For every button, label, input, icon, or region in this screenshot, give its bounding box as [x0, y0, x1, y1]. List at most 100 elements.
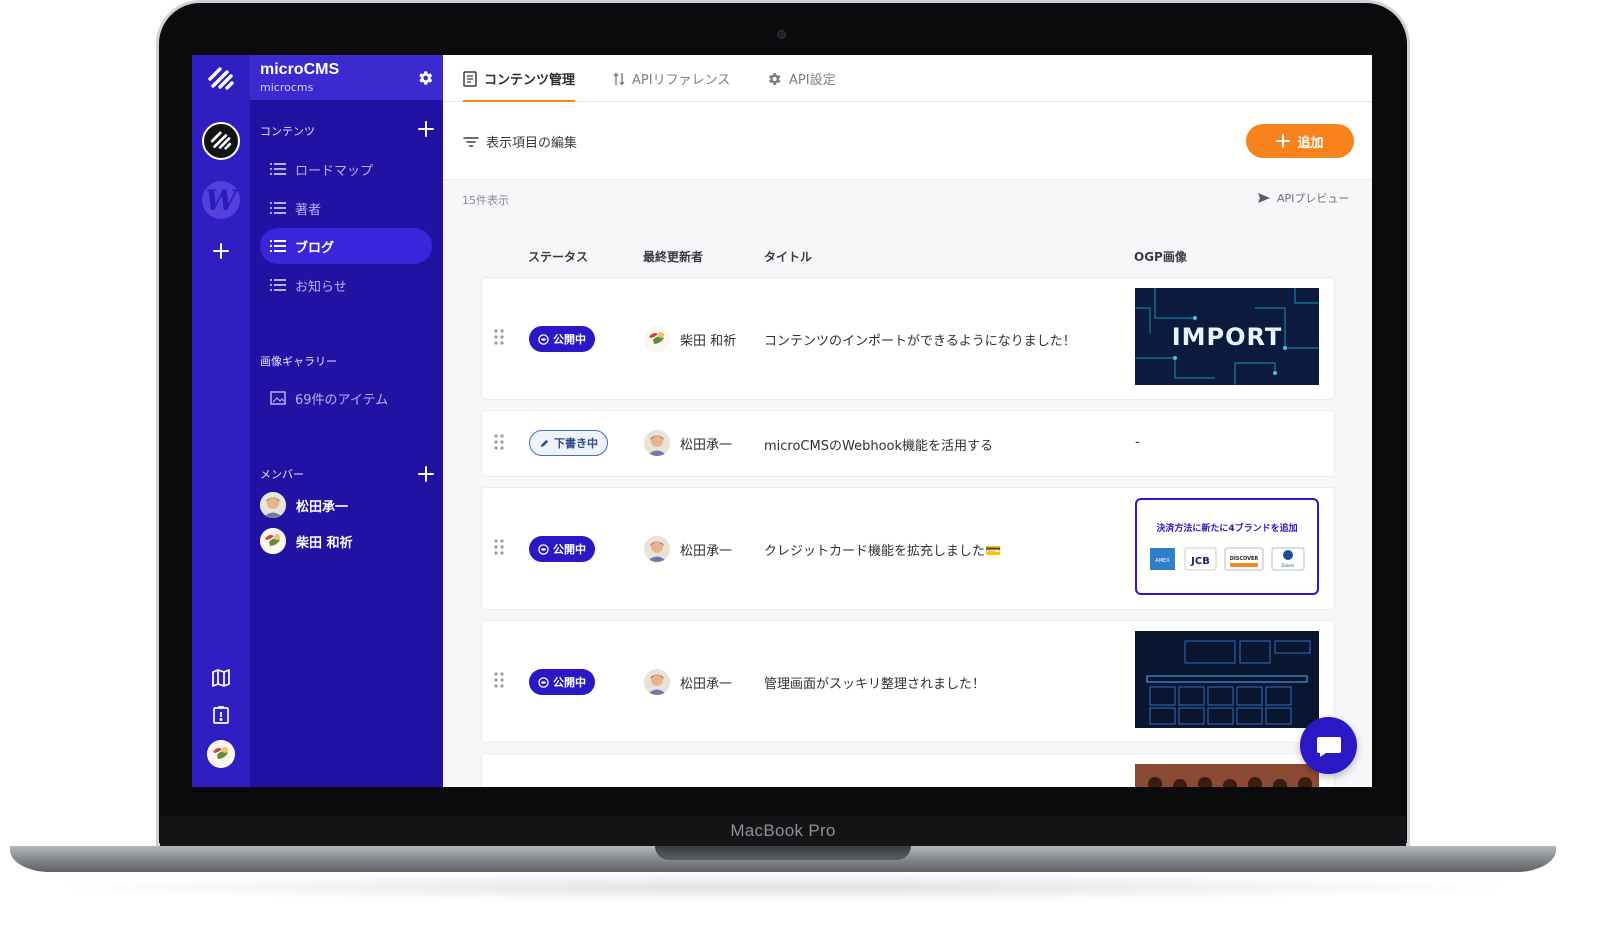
document-icon: [463, 70, 477, 87]
add-button[interactable]: 追加: [1246, 124, 1354, 158]
tab-label: API設定: [789, 73, 836, 88]
column-header-ogp[interactable]: OGP画像: [1134, 248, 1187, 265]
tab-label: APIリファレンス: [632, 73, 731, 88]
list-icon: [270, 279, 286, 291]
tab-label: コンテンツ管理: [484, 73, 576, 88]
chat-support-button[interactable]: [1300, 717, 1357, 774]
ogp-empty: -: [1135, 435, 1140, 450]
edit-columns-label: 表示項目の編集: [486, 136, 578, 151]
tab-api-reference[interactable]: APIリファレンス: [613, 55, 730, 102]
author-name: 松田承一: [680, 437, 733, 453]
status-badge: 下書き中: [529, 430, 608, 456]
add-content-plus-icon[interactable]: [418, 121, 434, 137]
table-row[interactable]: [481, 753, 1335, 787]
author-name: 松田承一: [680, 676, 733, 692]
globe-icon: [538, 333, 549, 345]
row-title: クレジットカード機能を拡充しました💳: [764, 544, 1002, 559]
workspace-microcms-icon[interactable]: [202, 122, 240, 160]
workspace-w-icon[interactable]: W: [202, 181, 240, 219]
ogp-thumbnail: [1135, 764, 1319, 787]
sidebar: microCMS microcms コンテンツ ロードマップ 著者 ブログ お知…: [250, 55, 443, 787]
table-row[interactable]: 公開中 松田承一 管理画面がスッキリ整理されました！: [481, 620, 1335, 743]
arrows-updown-icon: [613, 71, 625, 86]
status-label: 公開中: [553, 333, 586, 346]
user-avatar[interactable]: [207, 740, 235, 768]
drag-handle-icon[interactable]: [494, 329, 504, 345]
service-settings-gear-icon[interactable]: [416, 69, 434, 87]
member-item[interactable]: 松田承一: [260, 491, 348, 519]
card-discover: DISCOVER: [1230, 556, 1259, 562]
table-row[interactable]: 下書き中 松田承一 microCMSのWebhook機能を活用する -: [481, 410, 1335, 477]
table-row[interactable]: 公開中 柴田 和祈 コンテンツのインポートができるようになりました！ IMPOR…: [481, 277, 1335, 400]
add-member-plus-icon[interactable]: [418, 466, 434, 482]
api-preview-label: APIプレビュー: [1277, 192, 1350, 205]
sidebar-item-label: ブログ: [295, 240, 335, 256]
gear-icon: [768, 72, 781, 85]
author-avatar: [644, 326, 670, 352]
card-amex: AMEX: [1155, 558, 1170, 564]
map-icon[interactable]: [211, 668, 231, 688]
sidebar-item-blog[interactable]: ブログ: [260, 228, 432, 264]
tab-api-settings[interactable]: API設定: [766, 55, 836, 102]
ogp-import-text: IMPORT: [1172, 323, 1283, 351]
notice-icon[interactable]: [211, 705, 231, 725]
sidebar-item-news[interactable]: お知らせ: [260, 267, 432, 303]
sidebar-item-gallery[interactable]: 69件のアイテム: [260, 380, 432, 416]
member-name: 松田承一: [296, 499, 349, 515]
globe-icon: [538, 676, 549, 688]
drag-handle-icon[interactable]: [494, 672, 504, 688]
row-title: 管理画面がスッキリ整理されました！: [764, 677, 986, 692]
tab-content-management[interactable]: コンテンツ管理: [463, 55, 576, 103]
microcms-logo-icon[interactable]: [201, 61, 241, 97]
send-icon: [1258, 193, 1270, 203]
sidebar-item-label: 69件のアイテム: [295, 392, 389, 408]
card-diners: Diners: [1282, 563, 1295, 568]
laptop-notch: [655, 846, 911, 860]
edit-columns-button[interactable]: 表示項目の編集: [463, 132, 577, 151]
row-author: 松田承一: [644, 669, 732, 695]
drag-handle-icon[interactable]: [494, 434, 504, 450]
column-header-status[interactable]: ステータス: [528, 248, 588, 265]
image-icon: [270, 391, 286, 405]
add-workspace-icon[interactable]: [211, 241, 231, 261]
sidebar-item-label: 著者: [295, 202, 322, 218]
status-badge: 公開中: [529, 536, 595, 562]
add-button-label: 追加: [1297, 135, 1324, 151]
drag-handle-icon[interactable]: [494, 539, 504, 555]
status-label: 公開中: [553, 543, 586, 556]
service-id: microcms: [260, 81, 314, 94]
status-badge: 公開中: [529, 326, 595, 352]
author-avatar: [644, 536, 670, 562]
gallery-section-label: 画像ギャラリー: [260, 355, 337, 368]
list-toolbar: 表示項目の編集 追加: [443, 102, 1372, 180]
member-item[interactable]: 柴田 和祈: [260, 527, 353, 555]
laptop-brand-label: MacBook Pro: [730, 821, 836, 840]
sidebar-item-authors[interactable]: 著者: [260, 190, 432, 226]
ogp-thumbnail: IMPORT: [1135, 288, 1319, 385]
laptop-shadow: [40, 872, 1526, 902]
row-title: コンテンツのインポートができるようになりました！: [764, 334, 1076, 349]
member-name: 柴田 和祈: [296, 535, 353, 551]
column-header-title[interactable]: タイトル: [764, 248, 812, 265]
author-avatar: [644, 430, 670, 456]
result-count: 15件表示: [462, 194, 509, 207]
api-preview-link[interactable]: APIプレビュー: [1257, 190, 1349, 206]
status-label: 公開中: [553, 676, 586, 689]
member-avatar: [260, 492, 286, 518]
ogp-cards-caption: 決済方法に新たに4ブランドを追加: [1156, 522, 1297, 534]
sidebar-item-label: ロードマップ: [295, 163, 374, 179]
author-avatar: [644, 669, 670, 695]
chat-bubble-icon: [1316, 736, 1341, 757]
sidebar-item-roadmap[interactable]: ロードマップ: [260, 151, 432, 187]
list-icon: [270, 240, 286, 252]
service-header: microCMS microcms: [250, 55, 443, 100]
row-author: 柴田 和祈: [644, 326, 736, 352]
member-avatar: [260, 528, 286, 554]
status-label: 下書き中: [554, 437, 598, 450]
author-name: 松田承一: [680, 543, 733, 559]
column-header-author[interactable]: 最終更新者: [643, 248, 703, 265]
table-row[interactable]: 公開中 松田承一 クレジットカード機能を拡充しました💳 決済方法に新たに4ブラン…: [481, 487, 1335, 610]
row-author: 松田承一: [644, 536, 732, 562]
list-icon: [270, 163, 286, 175]
filter-icon: [463, 136, 479, 147]
